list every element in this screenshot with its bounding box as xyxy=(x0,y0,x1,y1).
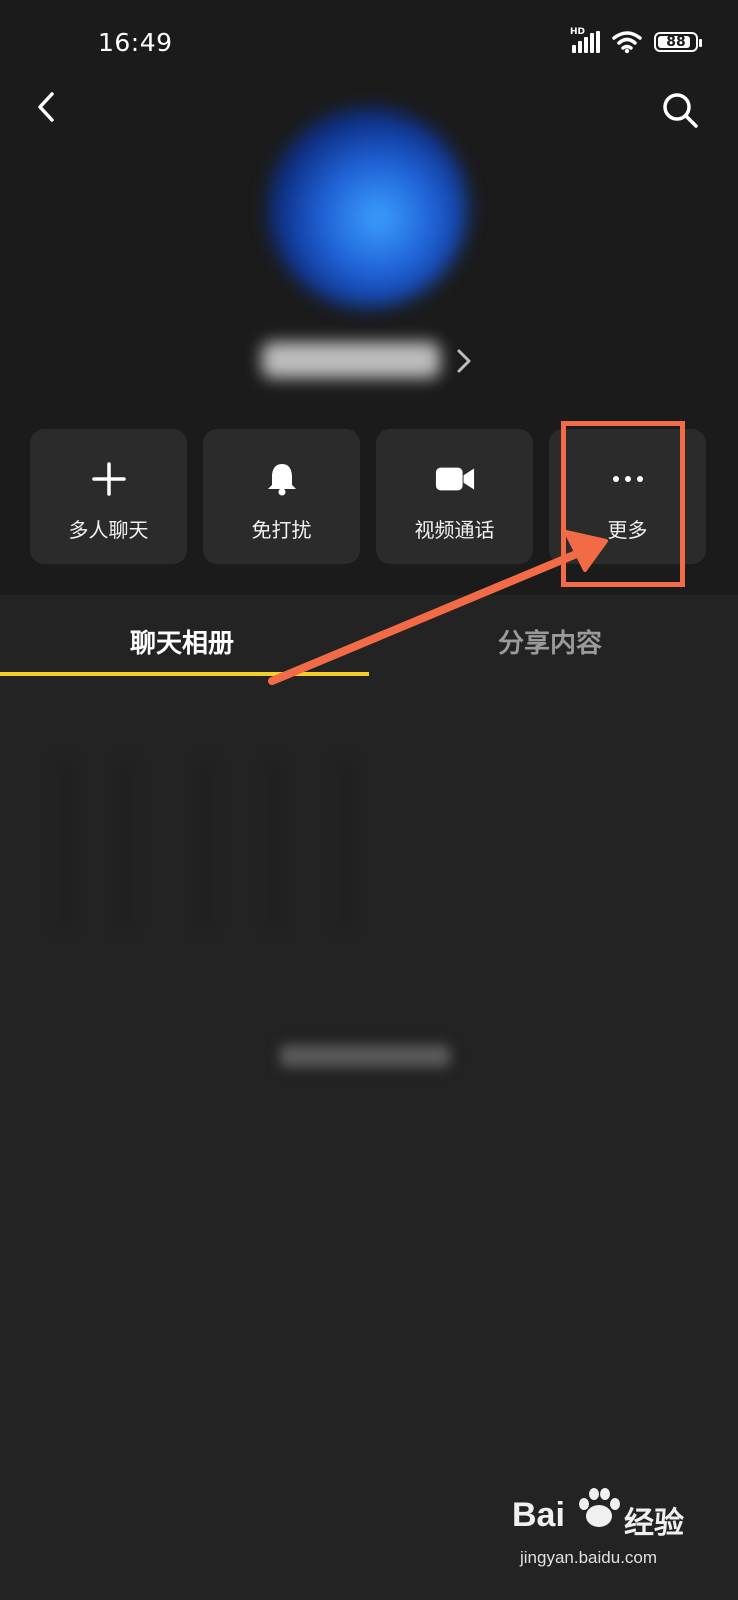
do-not-disturb-label: 免打扰 xyxy=(251,518,312,542)
profile-name-row[interactable] xyxy=(0,336,738,386)
bell-icon xyxy=(262,459,302,499)
battery-level: 88 xyxy=(666,34,686,50)
chevron-right-icon xyxy=(457,349,471,373)
group-chat-label: 多人聊天 xyxy=(68,518,149,542)
group-chat-button[interactable]: 多人聊天 xyxy=(30,429,187,564)
video-call-button[interactable]: 视频通话 xyxy=(376,429,533,564)
chevron-left-icon xyxy=(38,92,54,122)
status-time: 16:49 xyxy=(98,28,173,57)
blurred-content xyxy=(38,760,378,930)
search-icon xyxy=(663,93,698,128)
profile-name-blurred xyxy=(262,342,440,378)
watermark-suffix: 经验 xyxy=(624,1506,684,1541)
watermark-brand: Bai xyxy=(512,1496,565,1534)
watermark-url: jingyan.baidu.com xyxy=(520,1548,658,1567)
paw-icon xyxy=(579,1488,620,1527)
tab-shared-content[interactable]: 分享内容 xyxy=(498,623,602,660)
back-button[interactable] xyxy=(30,90,64,124)
wifi-icon xyxy=(612,31,642,54)
empty-state-text-blurred xyxy=(280,1045,450,1067)
tab-bar: 聊天相册 分享内容 xyxy=(0,595,738,675)
status-icons: HD 88 xyxy=(570,27,702,54)
annotation-highlight-box xyxy=(561,421,685,587)
baidu-watermark: Bai 经验 jingyan.baidu.com xyxy=(512,1488,702,1580)
search-button[interactable] xyxy=(660,90,700,130)
do-not-disturb-button[interactable]: 免打扰 xyxy=(203,429,360,564)
battery-icon: 88 xyxy=(654,32,702,52)
signal-icon: HD xyxy=(570,27,600,53)
video-call-label: 视频通话 xyxy=(414,518,495,542)
plus-icon xyxy=(89,459,129,499)
avatar[interactable] xyxy=(268,108,468,308)
video-camera-icon xyxy=(435,459,475,499)
tab-chat-album[interactable]: 聊天相册 xyxy=(130,623,234,660)
network-type-label: HD xyxy=(570,27,586,37)
tab-indicator xyxy=(0,672,369,676)
